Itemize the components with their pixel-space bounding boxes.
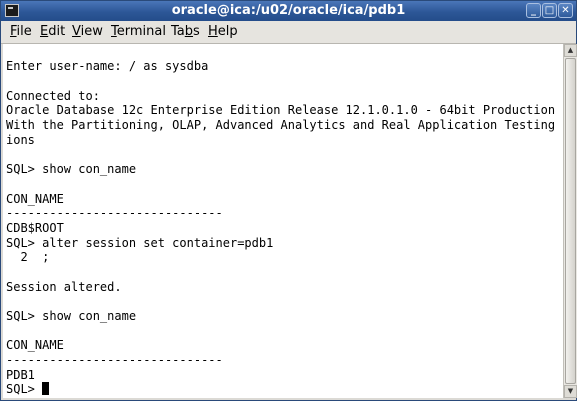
- terminal-line: SQL> alter session set container=pdb1: [6, 236, 274, 250]
- terminal-line: CON_NAME: [6, 192, 64, 206]
- sql-prompt: SQL>: [6, 382, 43, 396]
- scroll-up-arrow-icon[interactable]: ▲: [564, 44, 577, 57]
- close-button[interactable]: ✕: [558, 3, 573, 18]
- menu-help[interactable]: Help: [208, 24, 238, 40]
- terminal-window: oracle@ica:/u02/oracle/ica/pdb1 _ □ ✕ Fi…: [0, 0, 577, 401]
- terminal-line: Session altered.: [6, 280, 122, 294]
- menu-tabs[interactable]: Tabs: [171, 24, 200, 40]
- maximize-button[interactable]: □: [542, 3, 557, 18]
- terminal-line: ions: [6, 133, 35, 147]
- minimize-button[interactable]: _: [526, 3, 541, 18]
- vertical-scrollbar[interactable]: ▲ ▼: [563, 44, 577, 398]
- terminal-line: SQL> show con_name: [6, 309, 137, 323]
- terminal-line: SQL> show con_name: [6, 162, 137, 176]
- scrollbar-thumb[interactable]: [565, 58, 576, 384]
- terminal-line: ------------------------------: [6, 206, 223, 220]
- terminal-line: PDB1: [6, 368, 35, 382]
- terminal-output[interactable]: Enter user-name: / as sysdba Connected t…: [3, 44, 563, 398]
- menu-terminal[interactable]: Terminal: [111, 24, 166, 40]
- text-cursor: [42, 382, 50, 395]
- menu-edit[interactable]: Edit: [40, 24, 65, 40]
- title-bar[interactable]: oracle@ica:/u02/oracle/ica/pdb1 _ □ ✕: [1, 1, 576, 21]
- menu-view[interactable]: View: [72, 24, 103, 40]
- terminal-line: Connected to:: [6, 89, 100, 103]
- terminal-line: Enter user-name: / as sysdba: [6, 59, 209, 73]
- menu-bar: File Edit View Terminal Tabs Help: [1, 21, 576, 44]
- terminal-line: With the Partitioning, OLAP, Advanced An…: [6, 118, 563, 132]
- window-title: oracle@ica:/u02/oracle/ica/pdb1: [171, 3, 406, 18]
- terminal-line: ------------------------------: [6, 353, 223, 367]
- terminal-line: CDB$ROOT: [6, 221, 64, 235]
- scroll-down-arrow-icon[interactable]: ▼: [564, 385, 577, 398]
- terminal-line: 2 ;: [6, 250, 50, 264]
- terminal-prompt-line[interactable]: SQL>: [6, 382, 50, 397]
- terminal-line: CON_NAME: [6, 338, 64, 352]
- menu-file[interactable]: File: [10, 24, 32, 40]
- terminal-line: Oracle Database 12c Enterprise Edition R…: [6, 103, 556, 117]
